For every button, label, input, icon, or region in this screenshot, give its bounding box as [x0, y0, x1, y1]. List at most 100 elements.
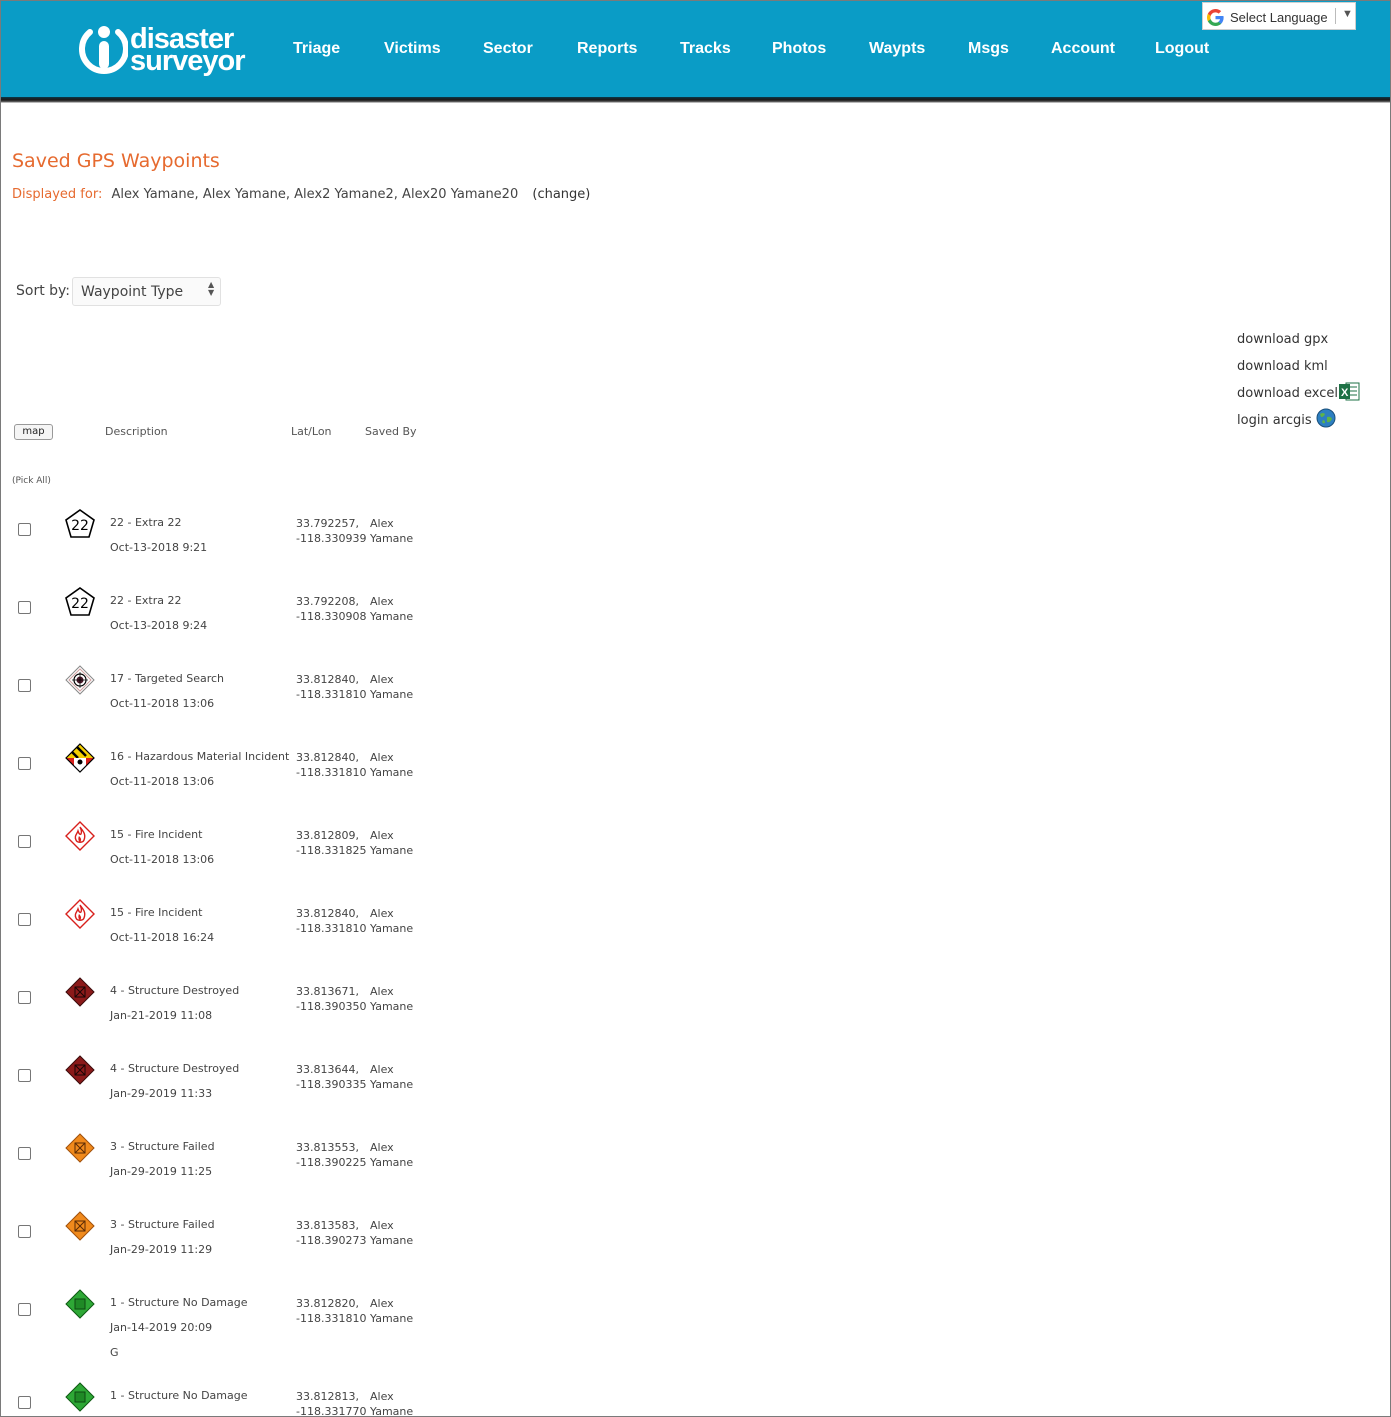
excel-icon[interactable]: X [1339, 382, 1360, 401]
row-lon: -118.331810 [296, 766, 367, 779]
row-saved-by: Alex Yamane [370, 672, 413, 702]
row-latlon: 33.813671, -118.390350 [296, 984, 366, 1014]
nav-tracks[interactable]: Tracks [680, 40, 731, 58]
row-checkbox[interactable] [18, 835, 31, 848]
nav-waypts[interactable]: Waypts [869, 40, 925, 58]
row-saved-by-last: Yamane [370, 688, 414, 701]
row-lat: 33.792257, [296, 517, 359, 530]
row-lat: 33.792208, [296, 595, 359, 608]
row-date: Jan-29-2019 11:29 [110, 1243, 213, 1256]
row-lat: 33.813644, [296, 1063, 359, 1076]
row-note: G [110, 1346, 119, 1359]
download-excel-link[interactable]: download excel [1237, 386, 1338, 401]
row-checkbox[interactable] [18, 991, 31, 1004]
nav-logout[interactable]: Logout [1155, 40, 1209, 58]
row-date: Oct-13-2018 9:21 [110, 541, 208, 554]
row-description: 1 - Structure No Damage [110, 1296, 248, 1309]
row-saved-by-last: Yamane [370, 1000, 414, 1013]
fire-icon [65, 821, 95, 851]
row-saved-by-last: Yamane [370, 922, 414, 935]
row-lon: -118.390225 [296, 1156, 367, 1169]
fire-icon [65, 899, 95, 929]
row-lat: 33.812840, [296, 751, 359, 764]
row-lon: -118.390335 [296, 1078, 367, 1091]
pentagon-22-icon: 22 [65, 509, 95, 538]
row-description: 4 - Structure Destroyed [110, 984, 240, 997]
targeted-search-icon [65, 665, 95, 695]
table-row: 1 - Structure No Damage Jan-14-2019 20:0… [0, 1289, 500, 1381]
login-arcgis-link[interactable]: login arcgis [1237, 413, 1312, 428]
globe-icon[interactable] [1316, 408, 1336, 428]
row-lat: 33.813553, [296, 1141, 359, 1154]
row-date: Oct-11-2018 13:06 [110, 853, 215, 866]
row-checkbox[interactable] [18, 1069, 31, 1082]
row-checkbox[interactable] [18, 1225, 31, 1238]
language-separator [1335, 8, 1336, 24]
row-saved-by-last: Yamane [370, 1078, 414, 1091]
nav-msgs[interactable]: Msgs [968, 40, 1009, 58]
row-date: Oct-11-2018 13:06 [110, 775, 215, 788]
pick-all-link[interactable]: (Pick All) [12, 476, 51, 486]
row-saved-by-last: Yamane [370, 844, 414, 857]
row-saved-by-first: Alex [370, 907, 394, 920]
row-lat: 33.812820, [296, 1297, 359, 1310]
nav-account[interactable]: Account [1051, 40, 1115, 58]
structure-no-damage-icon [65, 1289, 95, 1319]
page-title: Saved GPS Waypoints [12, 150, 220, 172]
pentagon-22-icon: 22 [65, 587, 95, 616]
row-date: Jan-29-2019 11:25 [110, 1165, 213, 1178]
row-saved-by-last: Yamane [370, 1234, 414, 1247]
row-description: 3 - Structure Failed [110, 1140, 215, 1153]
structure-destroyed-icon [65, 977, 95, 1007]
row-latlon: 33.792208, -118.330908 [296, 594, 366, 624]
map-button[interactable]: map [14, 424, 53, 440]
row-saved-by: Alex Yamane [370, 594, 413, 624]
row-latlon: 33.813644, -118.390335 [296, 1062, 366, 1092]
hazmat-icon [65, 743, 95, 773]
row-lon: -118.331810 [296, 922, 367, 935]
site-logo[interactable]: disaster surveyor [78, 22, 268, 80]
header-divider [1, 97, 1390, 103]
row-checkbox[interactable] [18, 913, 31, 926]
row-description: 17 - Targeted Search [110, 672, 225, 685]
row-lon: -118.330939 [296, 532, 367, 545]
sort-select-value: Waypoint Type [81, 284, 184, 300]
language-select[interactable]: Select Language ▼ [1202, 2, 1356, 30]
nav-photos[interactable]: Photos [772, 40, 826, 58]
row-lon: -118.331770 [296, 1405, 367, 1416]
row-saved-by: Alex Yamane [370, 1218, 413, 1248]
row-lat: 33.813583, [296, 1219, 359, 1232]
structure-no-damage-icon [65, 1382, 95, 1412]
svg-text:X: X [1341, 387, 1349, 399]
row-checkbox[interactable] [18, 1303, 31, 1316]
row-description: 22 - Extra 22 [110, 516, 182, 529]
row-checkbox[interactable] [18, 1147, 31, 1160]
nav-sector[interactable]: Sector [483, 40, 533, 58]
row-lon: -118.331825 [296, 844, 367, 857]
logo-person-icon [79, 26, 128, 74]
change-link[interactable]: (change) [532, 187, 590, 202]
displayed-for-names: Alex Yamane, Alex Yamane, Alex2 Yamane2,… [111, 187, 519, 202]
row-saved-by: Alex Yamane [370, 1296, 413, 1326]
row-lat: 33.812809, [296, 829, 359, 842]
row-checkbox[interactable] [18, 523, 31, 536]
download-kml-link[interactable]: download kml [1237, 359, 1328, 374]
row-description: 1 - Structure No Damage [110, 1389, 248, 1402]
row-date: Jan-29-2019 11:33 [110, 1087, 213, 1100]
row-description: 16 - Hazardous Material Incident [110, 750, 290, 763]
nav-victims[interactable]: Victims [384, 40, 441, 58]
row-checkbox[interactable] [18, 601, 31, 614]
row-latlon: 33.812813, -118.331770 [296, 1389, 366, 1416]
row-checkbox[interactable] [18, 757, 31, 770]
row-saved-by-last: Yamane [370, 1405, 414, 1416]
download-gpx-link[interactable]: download gpx [1237, 332, 1328, 347]
row-saved-by-first: Alex [370, 1141, 394, 1154]
nav-reports[interactable]: Reports [577, 40, 637, 58]
row-checkbox[interactable] [18, 679, 31, 692]
row-description: 15 - Fire Incident [110, 828, 203, 841]
row-date: Oct-11-2018 16:24 [110, 931, 215, 944]
row-lon: -118.331810 [296, 1312, 367, 1325]
nav-triage[interactable]: Triage [293, 40, 340, 58]
sort-select[interactable]: Waypoint Type ▲ ▼ [72, 277, 221, 306]
row-latlon: 33.812840, -118.331810 [296, 750, 366, 780]
